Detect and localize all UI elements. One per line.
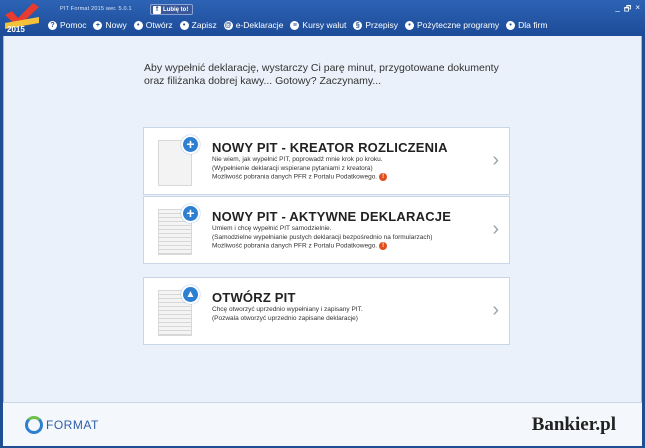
card-desc-line: Możliwość pobrania danych PFR z Portalu … [212, 173, 388, 182]
plus-badge-icon: + [181, 135, 200, 154]
card-desc-line: (Samodzielne wypełnianie pustych deklara… [212, 233, 433, 241]
menu-item-label: Dla firm [518, 20, 548, 30]
chevron-right-icon: › [492, 299, 499, 321]
card-desc-line: (Pozwala otworzyć uprzednio zapisane dek… [212, 314, 358, 322]
menu-item-dla-firm[interactable]: • Dla firm [506, 20, 547, 30]
app-title: PIT Format 2015 wer. 5.0.1 [60, 6, 132, 12]
card-description: Nie wiem, jak wypełnić PIT, poprowadź mn… [212, 156, 388, 182]
logo-year: 2015 [7, 25, 25, 34]
facebook-icon: f [153, 5, 161, 14]
card-desc-line: Chcę otworzyć uprzednio wypełniany i zap… [212, 306, 363, 313]
card-desc-line: Umiem i chcę wypełnić PIT samodzielnie. [212, 225, 332, 232]
menu-item-pozyteczne-programy[interactable]: • Pożyteczne programy [404, 20, 500, 30]
menu-item-label: Pomoc [60, 20, 87, 30]
menu-item-label: Kursy walut [302, 20, 347, 30]
menu-item-label: Zapisz [191, 20, 217, 30]
card-description: Umiem i chcę wypełnić PIT samodzielnie. … [212, 225, 432, 251]
card-new-pit-wizard[interactable]: + NOWY PIT - KREATOR ROZLICZENIA Nie wie… [143, 127, 510, 195]
menu-item-nowy[interactable]: + Nowy [93, 20, 127, 30]
format-logo-text: FORMAT [46, 418, 99, 432]
card-desc-line: Możliwość pobrania danych PFR z Portalu … [212, 242, 432, 251]
bankier-logo[interactable]: Bankier.pl [532, 414, 616, 436]
like-label: Lubię to! [163, 6, 189, 13]
menu-item-otworz[interactable]: • Otwórz [133, 20, 173, 30]
chevron-right-icon: › [492, 218, 499, 240]
card-new-pit-active-forms[interactable]: + NOWY PIT - AKTYWNE DEKLARACJE Umiem i … [143, 196, 510, 264]
save-icon: • [179, 20, 189, 30]
menu-item-label: e-Deklaracje [235, 20, 284, 30]
upload-badge-icon: ▲ [181, 285, 200, 304]
menu-item-przepisy[interactable]: § Przepisy [353, 20, 398, 30]
title-bar: 2015 PIT Format 2015 wer. 5.0.1 f Lubię … [0, 0, 645, 36]
window-controls: _ 🗗 × [615, 3, 640, 17]
card-open-pit[interactable]: ▲ OTWÓRZ PIT Chcę otworzyć uprzednio wyp… [143, 277, 510, 345]
minimize-button[interactable]: _ [615, 3, 619, 17]
card-desc-text: Możliwość pobrania danych PFR z Portalu … [212, 173, 378, 181]
restore-button[interactable]: 🗗 [624, 3, 632, 17]
card-title: OTWÓRZ PIT [212, 290, 296, 305]
menu-item-e-deklaracje[interactable]: @ e-Deklaracje [223, 20, 284, 30]
paragraph-icon: § [353, 20, 363, 30]
menu-item-label: Pożyteczne programy [416, 20, 500, 30]
programs-icon: • [404, 20, 414, 30]
info-icon[interactable]: ! [379, 173, 388, 181]
info-icon[interactable]: ! [379, 242, 388, 250]
chevron-right-icon: › [492, 149, 499, 171]
open-icon: • [133, 20, 143, 30]
plus-badge-icon: + [181, 204, 200, 223]
main-content: Aby wypełnić deklarację, wystarczy Ci pa… [3, 36, 642, 402]
card-title: NOWY PIT - AKTYWNE DEKLARACJE [212, 209, 452, 224]
close-button[interactable]: × [635, 3, 640, 17]
help-icon: ? [48, 20, 57, 30]
card-desc-line: (Wypełnienie deklaracji wspierane pytani… [212, 164, 373, 172]
app-logo: 2015 [3, 1, 41, 35]
footer: FORMAT Bankier.pl [3, 402, 642, 446]
card-title: NOWY PIT - KREATOR ROZLICZENIA [212, 140, 448, 155]
menu-item-kursy-walut[interactable]: ≡ Kursy walut [290, 20, 346, 30]
main-menu: ? Pomoc + Nowy • Otwórz • Zapisz @ e-Dek… [48, 20, 554, 30]
at-icon: @ [223, 20, 233, 30]
format-logo[interactable]: FORMAT [25, 416, 99, 434]
intro-text: Aby wypełnić deklarację, wystarczy Ci pa… [144, 62, 524, 88]
intro-line-1: Aby wypełnić deklarację, wystarczy Ci pa… [144, 62, 499, 74]
currency-icon: ≡ [290, 20, 300, 30]
plus-icon: + [93, 20, 103, 30]
menu-item-pomoc[interactable]: ? Pomoc [48, 20, 86, 30]
card-description: Chcę otworzyć uprzednio wypełniany i zap… [212, 306, 363, 323]
menu-item-label: Przepisy [365, 20, 398, 30]
intro-line-2: oraz filiżanka dobrej kawy... Gotowy? Za… [144, 75, 382, 87]
card-desc-line: Nie wiem, jak wypełnić PIT, poprowadź mn… [212, 156, 383, 163]
format-ring-icon [25, 416, 43, 434]
business-icon: • [506, 20, 516, 30]
menu-item-label: Nowy [105, 20, 127, 30]
card-desc-text: Możliwość pobrania danych PFR z Portalu … [212, 242, 378, 250]
facebook-like-button[interactable]: f Lubię to! [150, 4, 194, 15]
menu-item-zapisz[interactable]: • Zapisz [179, 20, 217, 30]
menu-item-label: Otwórz [145, 20, 173, 30]
